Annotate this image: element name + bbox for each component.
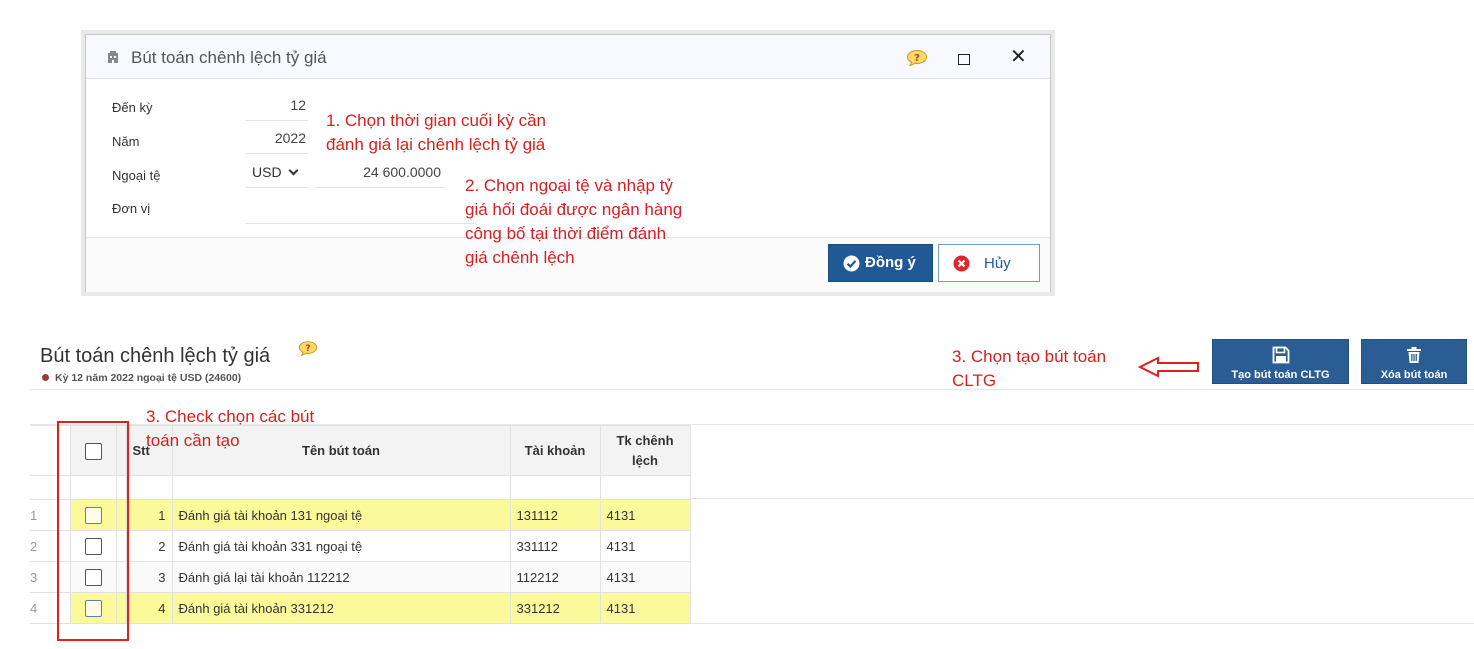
cell-tk-chenh-lech: 4131 — [599, 592, 691, 624]
cell-stt: 4 — [125, 592, 173, 624]
filter-ten[interactable] — [171, 475, 511, 500]
help-icon[interactable]: ? — [298, 341, 318, 356]
note-3b-line-1: 3. Check chọn các bút — [146, 407, 315, 426]
currency-value: USD — [252, 164, 282, 180]
exchange-rate-input[interactable]: 24 600.0000 — [315, 160, 445, 188]
cell-tai-khoan: 331112 — [509, 530, 601, 562]
svg-text:?: ? — [914, 53, 920, 64]
page-subtitle: Kỳ 12 năm 2022 ngoại tệ USD (24600) — [42, 372, 241, 384]
arrow-left-icon — [1138, 356, 1199, 378]
cell-ten: Đánh giá tài khoản 131 ngoại tệ — [171, 499, 511, 531]
note-3b-line-2: toán cần tạo — [146, 431, 240, 450]
note-step-2: 2. Chọn ngoại tệ và nhập tỷ giá hối đoái… — [465, 174, 682, 270]
cell-tk-chenh-lech: 4131 — [599, 530, 691, 562]
ok-button[interactable]: Đồng ý — [828, 244, 933, 282]
checkbox-highlight-box — [57, 421, 129, 641]
column-header-tk-chenh-lech-line-2: lệch — [631, 452, 658, 468]
delete-entry-button-label: Xóa bút toán — [1380, 369, 1448, 381]
filter-row — [30, 475, 691, 500]
create-entry-button-label: Tạo bút toán CLTG — [1231, 369, 1330, 381]
close-icon[interactable]: ✕ — [1010, 45, 1027, 69]
cell-tk-chenh-lech: 4131 — [599, 561, 691, 593]
svg-text:?: ? — [305, 344, 310, 354]
check-circle-icon — [843, 255, 860, 272]
divider — [30, 389, 1474, 390]
column-header-tk-chenh-lech-line-1: Tk chênh — [616, 432, 674, 448]
filter-tk-chenh-lech[interactable] — [599, 475, 691, 500]
trash-icon — [1407, 347, 1421, 363]
note-2-line-3: công bố tại thời điểm đánh — [465, 224, 667, 243]
chevron-down-icon — [288, 165, 299, 176]
cell-ten: Đánh giá tài khoản 331 ngoại tệ — [171, 530, 511, 562]
note-3a-line-1: 3. Chọn tạo bút toán — [952, 347, 1107, 366]
cell-ten: Đánh giá tài khoản 331212 — [171, 592, 511, 624]
nam-label: Năm — [112, 134, 140, 149]
cell-stt: 2 — [125, 530, 173, 562]
table-row[interactable]: 2 2 Đánh giá tài khoản 331 ngoại tệ 3311… — [30, 530, 691, 562]
don-vi-input[interactable] — [246, 196, 476, 224]
column-header-tk-chenh-lech[interactable]: Tk chênh lệch — [599, 425, 691, 476]
table-row[interactable]: 3 3 Đánh giá lại tài khoản 112212 112212… — [30, 561, 691, 593]
cell-ten: Đánh giá lại tài khoản 112212 — [171, 561, 511, 593]
table-row[interactable]: 4 4 Đánh giá tài khoản 331212 331212 413… — [30, 592, 691, 624]
note-step-1: 1. Chọn thời gian cuối kỳ cần đánh giá l… — [326, 109, 546, 157]
table-row[interactable]: 1 1 Đánh giá tài khoản 131 ngoại tệ 1311… — [30, 499, 691, 531]
currency-select[interactable]: USD — [246, 160, 308, 188]
note-1-line-2: đánh giá lại chênh lệch tỷ giá — [326, 135, 546, 154]
building-icon — [108, 51, 118, 63]
nam-input[interactable]: 2022 — [246, 126, 308, 154]
dialog-title: Bút toán chênh lệch tỷ giá — [131, 48, 327, 67]
note-step-3-check: 3. Check chọn các bút toán cần tạo — [146, 405, 314, 453]
delete-entry-button[interactable]: Xóa bút toán — [1361, 339, 1467, 384]
filter-tai-khoan[interactable] — [509, 475, 601, 500]
create-entry-button[interactable]: Tạo bút toán CLTG — [1212, 339, 1349, 384]
dialog-header: Bút toán chênh lệch tỷ giá ? ✕ — [86, 35, 1050, 79]
don-vi-label: Đơn vị — [112, 201, 151, 216]
status-dot — [42, 373, 49, 381]
cancel-button[interactable]: Hủy — [938, 244, 1040, 282]
entries-table: Stt Tên bút toán Tài khoản Tk chênh lệch … — [30, 425, 691, 624]
save-icon — [1272, 346, 1289, 364]
column-header-tai-khoan[interactable]: Tài khoản — [509, 425, 601, 476]
note-2-line-1: 2. Chọn ngoại tệ và nhập tỷ — [465, 176, 673, 195]
note-1-line-1: 1. Chọn thời gian cuối kỳ cần — [326, 111, 546, 130]
cancel-circle-icon — [953, 255, 970, 272]
filter-stt[interactable] — [125, 475, 173, 500]
note-step-3-create: 3. Chọn tạo bút toán CLTG — [952, 345, 1106, 393]
note-2-line-4: giá chênh lệch — [465, 248, 575, 267]
cancel-button-label: Hủy — [984, 255, 1011, 272]
note-2-line-2: giá hối đoái được ngân hàng — [465, 200, 683, 219]
cell-tai-khoan: 331212 — [509, 592, 601, 624]
cell-tk-chenh-lech: 4131 — [599, 499, 691, 531]
cell-tai-khoan: 112212 — [509, 561, 601, 593]
ok-button-label: Đồng ý — [865, 254, 916, 271]
den-ky-label: Đến kỳ — [112, 100, 153, 115]
cell-stt: 1 — [125, 499, 173, 531]
cell-stt: 3 — [125, 561, 173, 593]
note-3a-line-2: CLTG — [952, 371, 997, 390]
cell-tai-khoan: 131112 — [509, 499, 601, 531]
help-icon[interactable]: ? — [906, 50, 928, 66]
table-header-row: Stt Tên bút toán Tài khoản Tk chênh lệch — [30, 425, 691, 476]
page-subtitle-text: Kỳ 12 năm 2022 ngoại tệ USD (24600) — [55, 372, 242, 384]
maximize-icon[interactable] — [958, 54, 970, 65]
page-title: Bút toán chênh lệch tỷ giá — [40, 345, 271, 367]
den-ky-input[interactable]: 12 — [246, 93, 308, 121]
ngoai-te-label: Ngoại tệ — [112, 168, 161, 183]
